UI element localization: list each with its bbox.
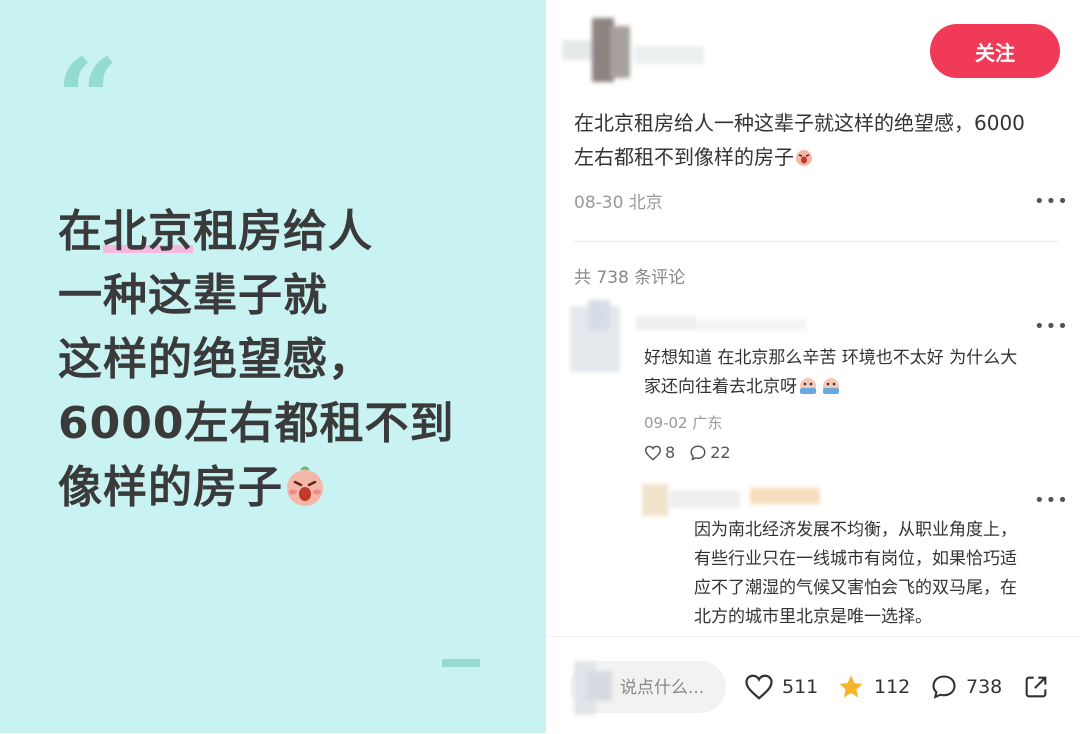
comment-like-count: 8: [665, 443, 676, 462]
post-image-card[interactable]: “ 在北京租房给人 一种这辈子就 这样的绝望感， 6000左右都租不到 像样的房…: [0, 0, 546, 733]
share-button[interactable]: [1022, 673, 1058, 701]
surprised-face-emoji-icon: [800, 378, 839, 394]
comment-text-line: 家还向往着去北京呀: [644, 373, 1064, 402]
reply-text-line: 因为南北经济发展不均衡，从职业角度上，: [694, 520, 1017, 540]
share-icon: [1025, 676, 1047, 698]
poster-line: 像样的房子: [58, 456, 528, 520]
comment-actions: 8 22: [644, 443, 745, 462]
divider: [574, 241, 1058, 242]
comment-text: 好想知道 在北京那么辛苦 环境也不太好 为什么大 家还向往着去北京呀: [644, 344, 1064, 402]
comment-text-line: 好想知道 在北京那么辛苦 环境也不太好 为什么大: [644, 348, 1018, 368]
comment-bubble-icon: [932, 675, 956, 699]
highlighted-word: 北京: [103, 206, 193, 257]
my-avatar: [574, 661, 612, 715]
reply-text-line: 应不了潮湿的气候又害怕会飞的双马尾，在: [694, 578, 1017, 598]
reply-text: 因为南北经济发展不均衡，从职业角度上， 有些行业只在一线城市有岗位，如果恰巧适 …: [694, 516, 1064, 632]
comment-input[interactable]: [618, 661, 726, 715]
reply-text-line: 有些行业只在一线城市有岗位，如果恰巧适: [694, 549, 1017, 569]
poster-line: 一种这辈子就: [58, 270, 328, 321]
post-text-line: 左右都租不到像样的房子: [574, 140, 1064, 174]
heart-icon: [745, 674, 773, 700]
more-dots-icon[interactable]: •••: [1034, 318, 1068, 336]
like-count: 511: [782, 676, 819, 698]
comment-like-button[interactable]: 8: [644, 443, 675, 462]
star-icon: [839, 675, 863, 698]
collect-button[interactable]: 112: [836, 673, 910, 701]
comment-bubble-icon: [690, 444, 706, 461]
crying-face-emoji-icon: [287, 466, 323, 506]
more-dots-icon[interactable]: •••: [1034, 492, 1068, 510]
poster-line: 这样的绝望感，: [58, 334, 373, 385]
comment-reply-button[interactable]: 22: [689, 443, 731, 462]
comment-date-location: 09-02 广东: [644, 414, 723, 432]
post-date-location: 08-30 北京: [574, 193, 663, 213]
post-body: 在北京租房给人一种这辈子就这样的绝望感，6000 左右都租不到像样的房子: [574, 106, 1064, 174]
like-button[interactable]: 511: [744, 673, 818, 701]
follow-button[interactable]: 关注: [930, 24, 1060, 78]
heart-icon: [644, 445, 662, 461]
reply-author-avatar[interactable]: [640, 480, 840, 520]
more-dots-icon[interactable]: •••: [1034, 193, 1068, 211]
poster-line: 6000左右都租不到: [58, 398, 455, 449]
comment-reply-count: 22: [710, 443, 731, 462]
poster-text: 在北京租房给人 一种这辈子就 这样的绝望感， 6000左右都租不到 像样的房子: [58, 200, 528, 520]
collect-count: 112: [874, 676, 911, 698]
poster-line: 在北京租房给人: [58, 206, 373, 257]
comment-count-bottom: 738: [966, 676, 1003, 698]
quote-mark-icon: “: [56, 34, 120, 163]
post-text-line: 在北京租房给人一种这辈子就这样的绝望感，6000: [574, 111, 1025, 135]
decorative-dash: [442, 659, 480, 667]
post-detail-panel: 关注 在北京租房给人一种这辈子就这样的绝望感，6000 左右都租不到像样的房子 …: [546, 0, 1080, 734]
comment-count: 共 738 条评论: [574, 268, 686, 288]
crying-face-emoji-icon: [796, 150, 812, 166]
bottom-action-bar: 511 112 738: [546, 636, 1080, 734]
comment-button[interactable]: 738: [930, 673, 1002, 701]
reply-text-line: 北方的城市里北京是唯一选择。: [694, 607, 932, 627]
author-avatar[interactable]: [562, 16, 712, 86]
